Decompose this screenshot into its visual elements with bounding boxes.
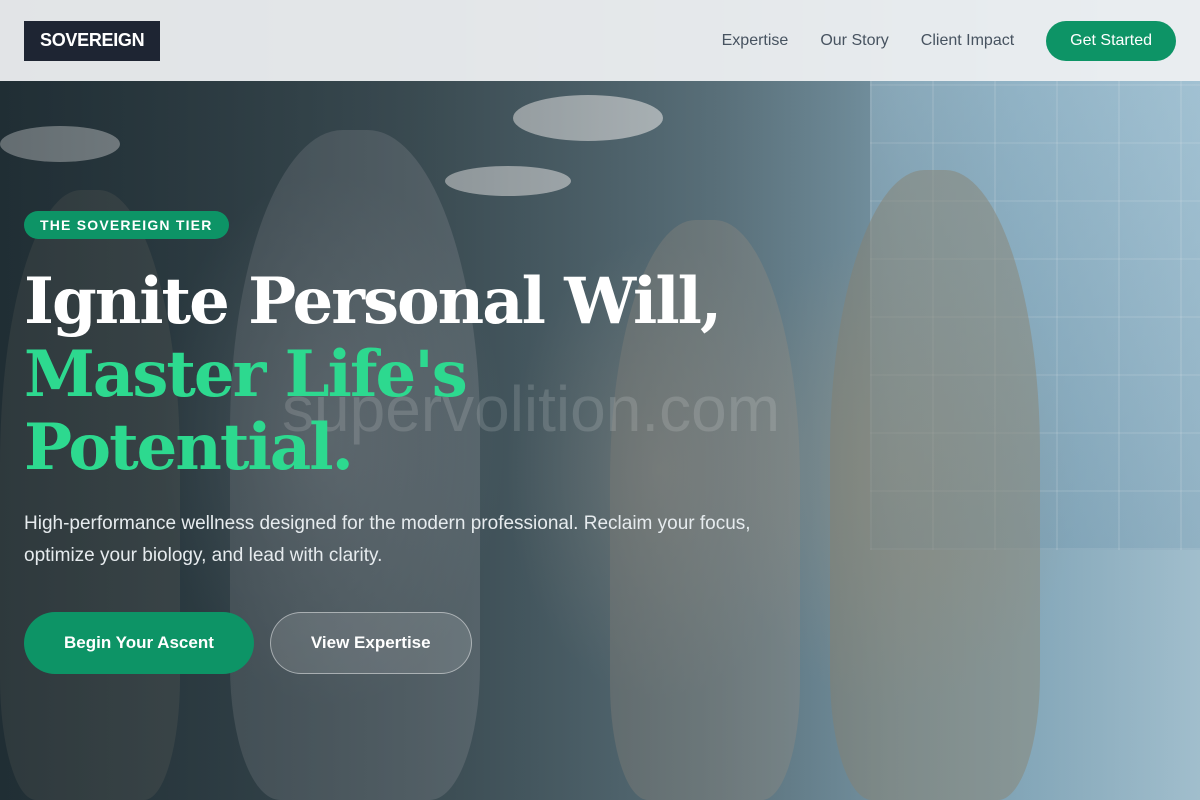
hero-buttons: Begin Your Ascent View Expertise bbox=[24, 612, 824, 674]
tier-badge: THE SOVEREIGN TIER bbox=[24, 211, 229, 239]
main-nav: Expertise Our Story Client Impact Get St… bbox=[722, 20, 1176, 61]
brand-logo[interactable]: SOVEREIGN bbox=[24, 20, 161, 61]
nav-link-client-impact[interactable]: Client Impact bbox=[921, 32, 1014, 50]
headline-line-1: Ignite Personal Will, bbox=[24, 264, 722, 339]
site-header: SOVEREIGN Expertise Our Story Client Imp… bbox=[0, 0, 1200, 81]
get-started-button[interactable]: Get Started bbox=[1046, 20, 1176, 61]
hero-headline: Ignite Personal Will, Master Life's Pote… bbox=[24, 265, 824, 484]
view-expertise-button[interactable]: View Expertise bbox=[269, 612, 472, 674]
nav-link-our-story[interactable]: Our Story bbox=[820, 32, 888, 50]
hero-subtext: High-performance wellness designed for t… bbox=[24, 513, 751, 566]
hero-section: THE SOVEREIGN TIER Ignite Personal Will,… bbox=[24, 211, 824, 674]
nav-link-expertise[interactable]: Expertise bbox=[722, 32, 789, 50]
headline-line-3: Potential. bbox=[24, 410, 354, 485]
headline-line-2: Master Life's bbox=[24, 337, 468, 412]
begin-your-ascent-button[interactable]: Begin Your Ascent bbox=[24, 612, 254, 674]
